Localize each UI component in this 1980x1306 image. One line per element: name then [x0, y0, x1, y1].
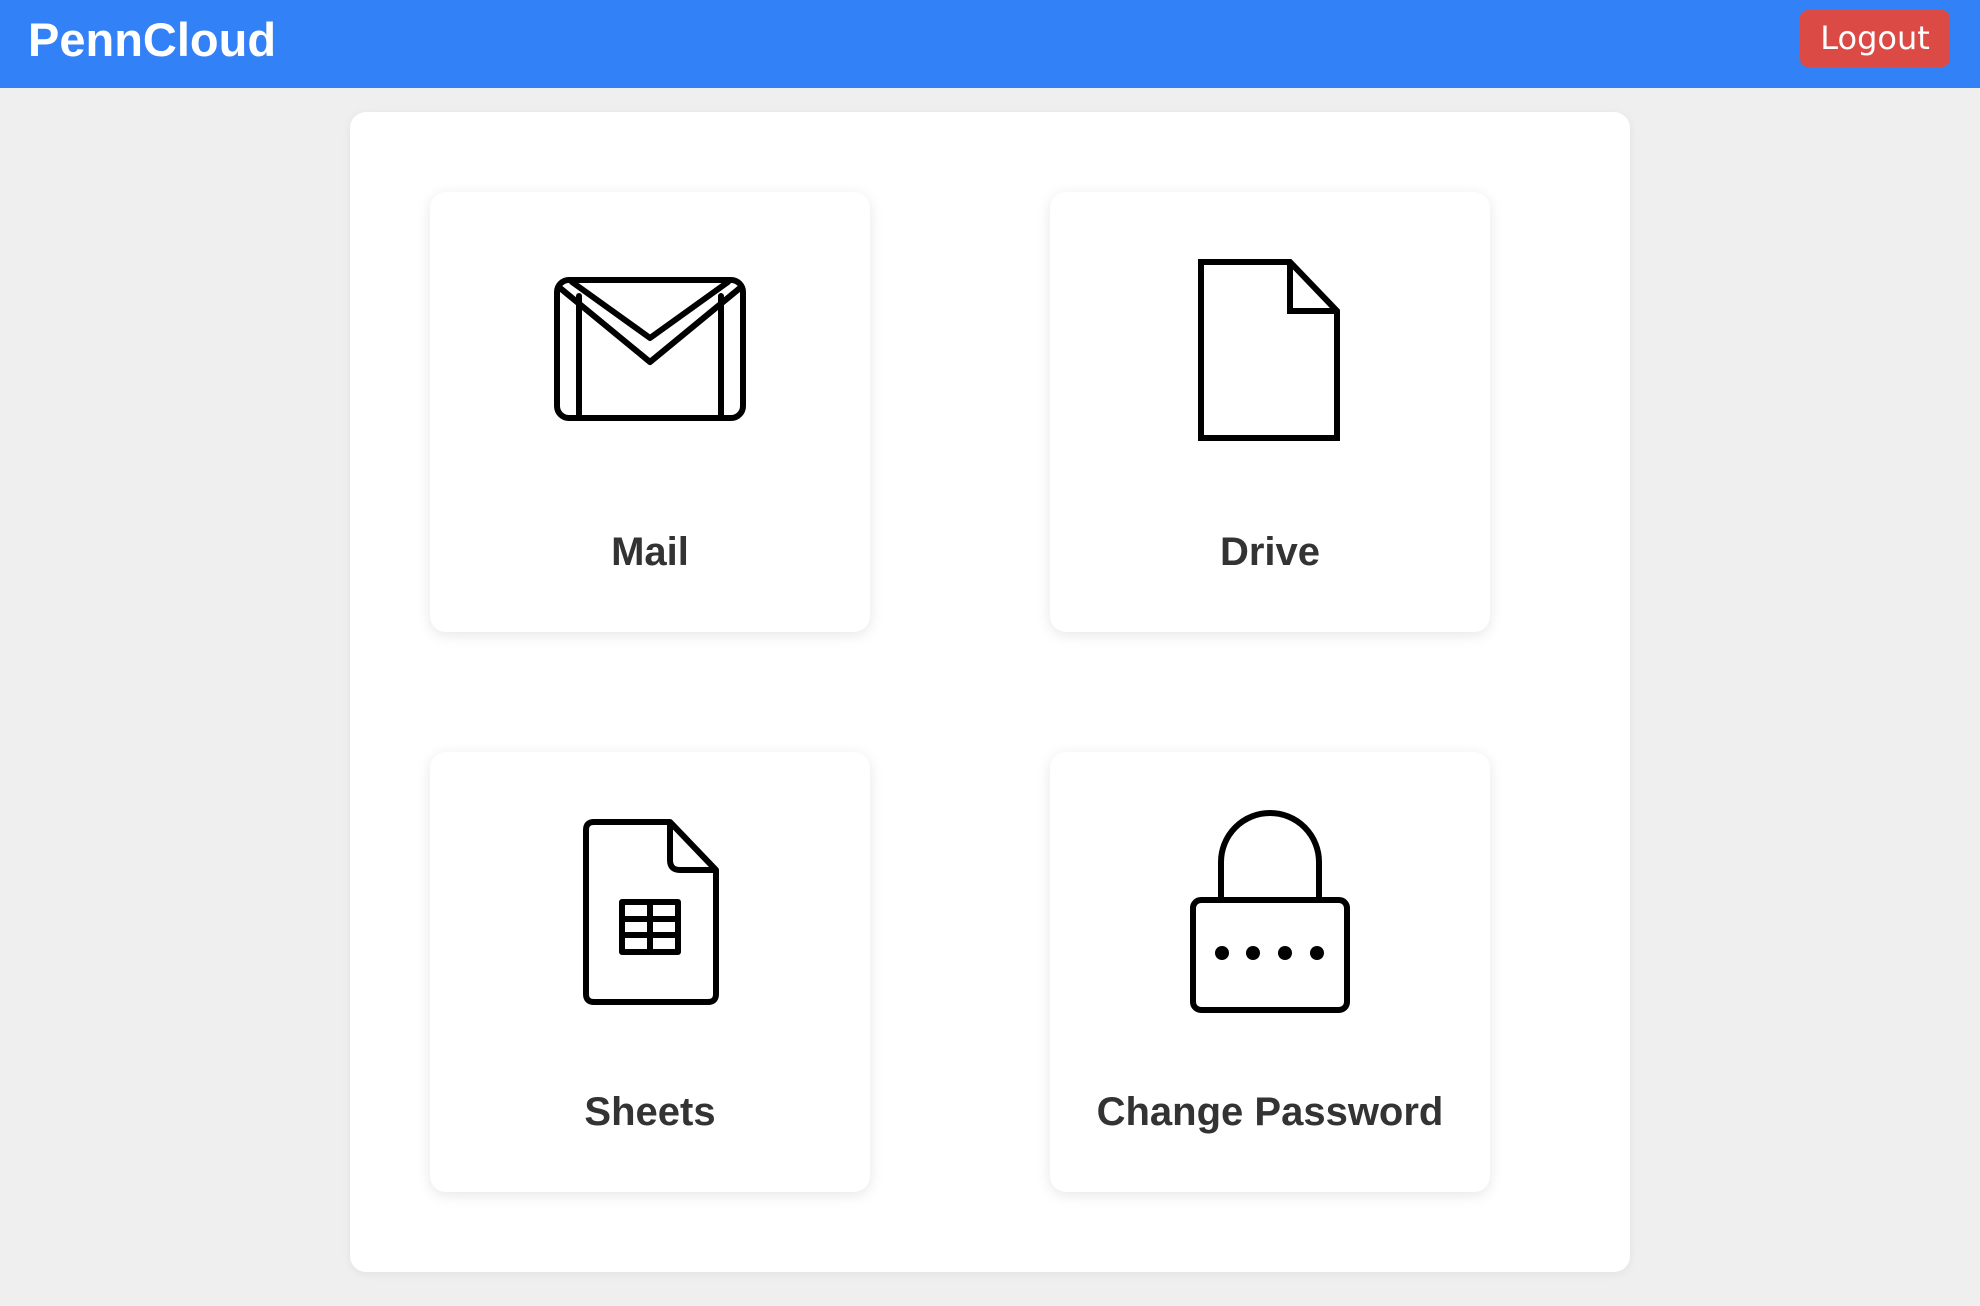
brand-logo[interactable]: PennCloud: [28, 10, 276, 70]
lock-icon: [1050, 752, 1490, 1052]
change-password-tile[interactable]: Change Password: [1050, 752, 1490, 1192]
app-launcher-panel: Mail Drive Sheets Change Password: [350, 112, 1630, 1272]
logout-button[interactable]: Logout: [1800, 10, 1950, 67]
sheets-tile[interactable]: Sheets: [430, 752, 870, 1192]
drive-label: Drive: [1219, 530, 1321, 574]
sheets-label: Sheets: [584, 1090, 716, 1134]
top-navbar: PennCloud Logout: [0, 0, 1980, 88]
document-icon: [1050, 192, 1490, 492]
spreadsheet-icon: [430, 752, 870, 1052]
drive-tile[interactable]: Drive: [1050, 192, 1490, 632]
change-password-label: Change Password: [1096, 1090, 1444, 1134]
mail-tile[interactable]: Mail: [430, 192, 870, 632]
mail-icon: [430, 192, 870, 492]
mail-label: Mail: [611, 530, 689, 574]
